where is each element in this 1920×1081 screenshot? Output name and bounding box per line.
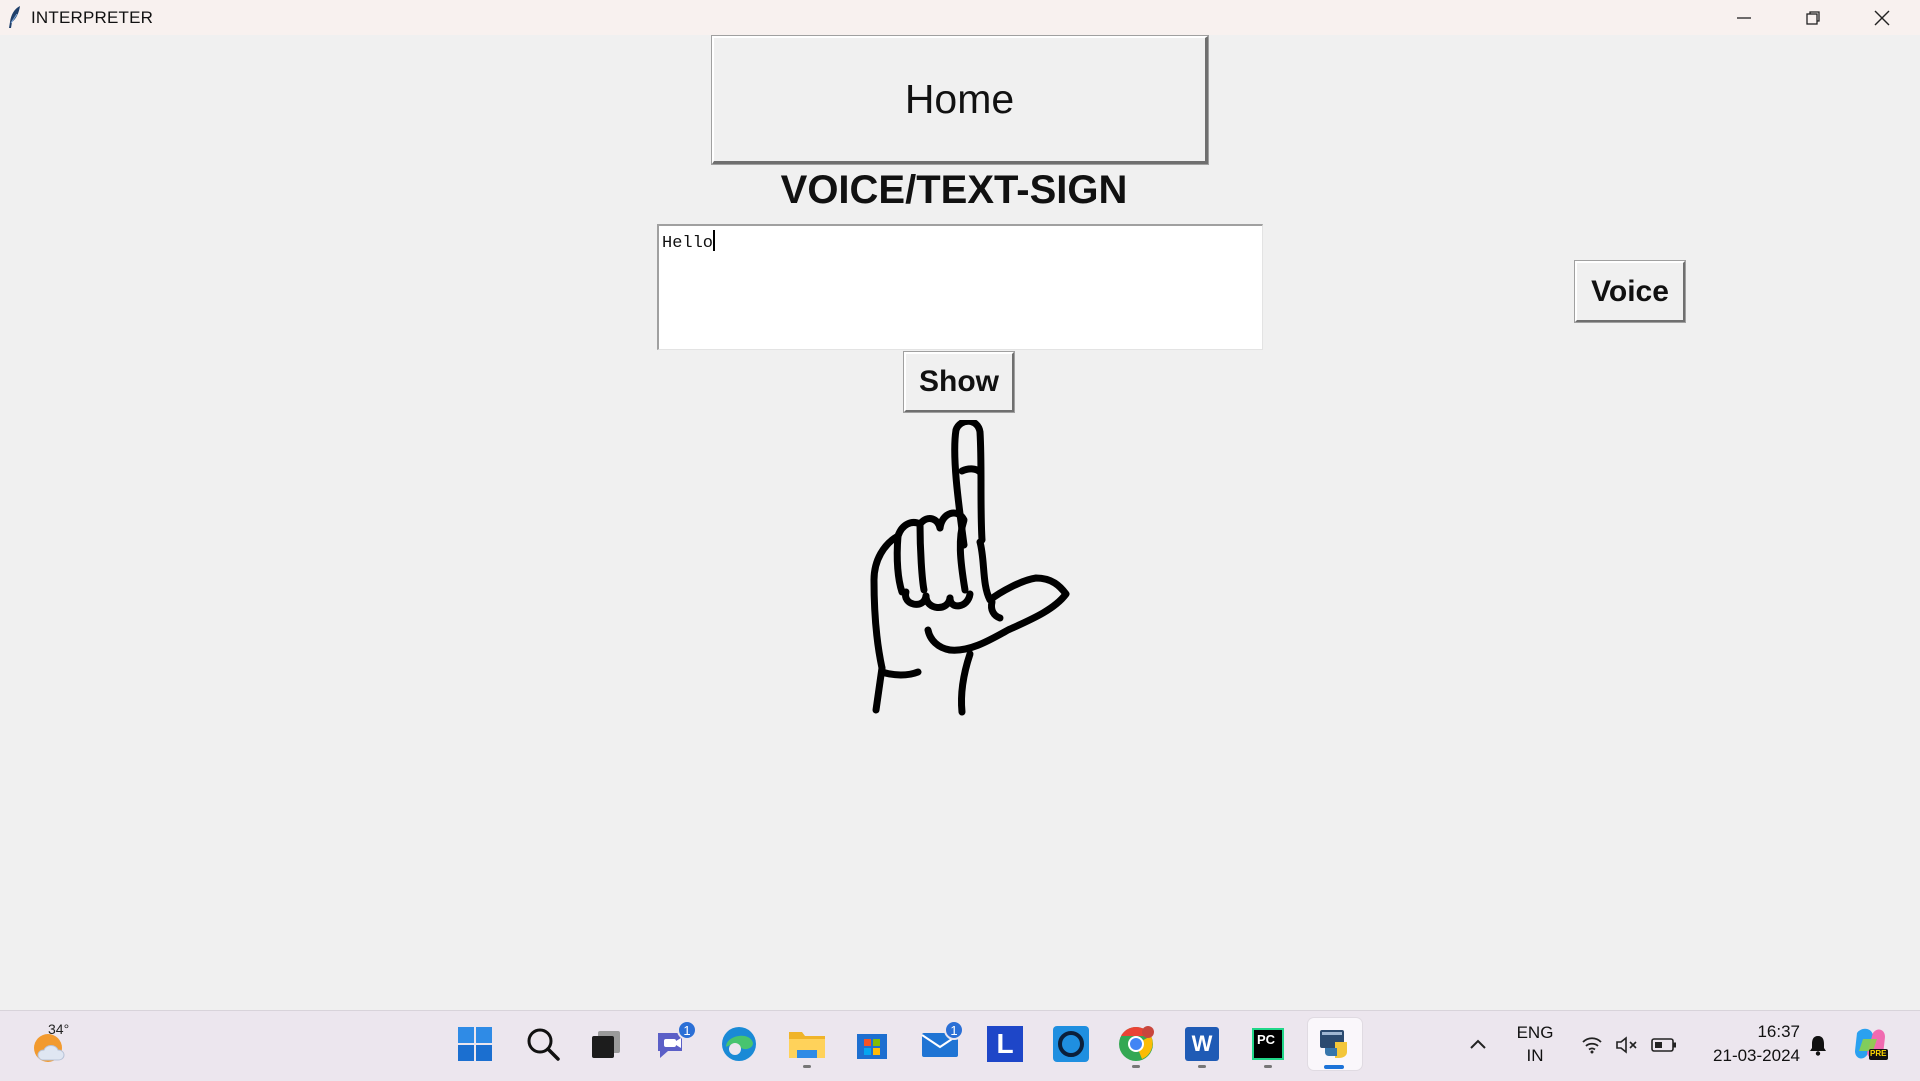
teams-notification-badge: 1 [677,1020,697,1040]
title-bar: INTERPRETER [0,0,1920,35]
windows-logo-icon [458,1027,492,1061]
pycharm-button[interactable]: PC [1242,1018,1294,1070]
store-bag-icon [857,1034,887,1059]
microsoft-store-button[interactable] [846,1018,898,1070]
l-app-icon: L [987,1026,1023,1062]
cortana-ring-icon [1053,1026,1089,1062]
minimize-icon [1737,16,1751,19]
restore-button[interactable] [1779,0,1847,35]
battery-glyph [1651,1038,1676,1052]
chrome-browser-icon [1119,1026,1154,1061]
l-app-letter: L [996,1028,1014,1059]
speaker-mute-glyph [1616,1036,1637,1054]
running-indicator [1132,1065,1140,1068]
chevron-up-icon [1470,1039,1486,1049]
keyboard-region: IN [1526,1046,1544,1065]
edge-button[interactable] [713,1018,765,1070]
home-button[interactable]: Home [711,35,1209,165]
search-icon [527,1028,560,1061]
page-title: VOICE/TEXT-SIGN [780,168,1128,212]
pycharm-icon: PC [1252,1028,1284,1060]
window-title: INTERPRETER [31,8,154,27]
python-app-button[interactable] [1308,1018,1362,1070]
python-icon [1320,1030,1347,1058]
edge-browser-icon [722,1027,756,1061]
restore-icon [1806,10,1820,25]
notifications-button[interactable] [1806,1032,1830,1058]
show-hidden-icons-button[interactable] [1466,1032,1490,1056]
minimize-button[interactable] [1710,0,1778,35]
start-button[interactable] [449,1018,501,1070]
battery-icon[interactable] [1650,1033,1678,1057]
feather-icon [9,6,20,28]
l-app-button[interactable]: L [979,1018,1031,1070]
language-code: ENG [1516,1023,1554,1042]
wifi-icon[interactable] [1580,1033,1604,1057]
circle-app-button[interactable] [1045,1018,1097,1070]
clock-date: 21-03-2024 [1713,1046,1800,1065]
running-indicator [1264,1065,1272,1068]
word-button[interactable]: W [1176,1018,1228,1070]
mail-button[interactable]: 1 [914,1018,966,1070]
teams-chat-button[interactable]: 1 [647,1018,699,1070]
text-cursor [713,230,716,251]
text-input-area[interactable]: Hello [657,224,1263,350]
task-view-icon [592,1031,620,1058]
running-indicator [1198,1065,1206,1068]
wifi-glyph [1582,1037,1602,1054]
active-indicator [1324,1065,1344,1069]
folder-icon [789,1032,825,1058]
hand-sign-letter-l-icon [870,420,1070,716]
show-button[interactable]: Show [903,351,1015,413]
mail-notification-badge: 1 [944,1020,964,1040]
word-letter: W [1191,1031,1213,1056]
copilot-preview-tag: PRE [1870,1049,1887,1058]
text-input-value: Hello [662,234,714,253]
clock-time: 16:37 [1757,1022,1800,1041]
close-icon [1874,10,1890,25]
search-button[interactable] [517,1018,569,1070]
voice-button[interactable]: Voice [1574,260,1686,323]
pycharm-letters: PC [1257,1032,1276,1047]
weather-temperature: 34° [48,1021,70,1037]
word-icon: W [1185,1027,1219,1061]
task-view-button[interactable] [580,1018,632,1070]
running-indicator [803,1065,811,1068]
chrome-button[interactable] [1110,1018,1162,1070]
copilot-button[interactable]: PRE [1850,1024,1890,1064]
file-explorer-button[interactable] [781,1018,833,1070]
bell-icon [1810,1036,1826,1056]
close-button[interactable] [1848,0,1916,35]
volume-muted-icon[interactable] [1614,1033,1640,1057]
